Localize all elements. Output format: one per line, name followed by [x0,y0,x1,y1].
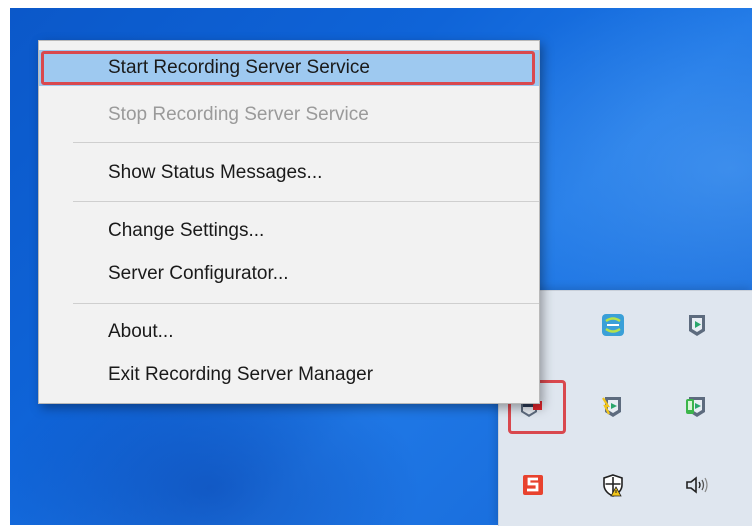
menu-item-start-recording-server-service[interactable]: Start Recording Server Service [39,50,539,86]
management-client-icon[interactable] [683,311,711,339]
menu-item-label: Start Recording Server Service [108,57,370,78]
security-shield-icon[interactable] [599,471,627,499]
menu-separator [73,201,539,202]
menu-item-server-configurator[interactable]: Server Configurator... [39,256,539,292]
menu-item-label: Exit Recording Server Manager [108,364,374,385]
menu-item-label: About... [108,321,174,342]
menu-item-stop-recording-server-service: Stop Recording Server Service [39,97,539,133]
mobile-server-manager-icon[interactable] [683,392,711,420]
s-app-icon[interactable] [519,471,547,499]
context-menu: Start Recording Server Service Stop Reco… [38,40,540,404]
event-server-manager-icon[interactable] [599,392,627,420]
menu-item-change-settings[interactable]: Change Settings... [39,213,539,249]
menu-separator [73,303,539,304]
menu-item-label: Show Status Messages... [108,162,323,183]
network-globe-icon[interactable] [599,311,627,339]
menu-item-label: Server Configurator... [108,263,289,284]
menu-item-label: Stop Recording Server Service [108,104,369,125]
menu-separator [73,142,539,143]
volume-icon[interactable] [683,471,711,499]
menu-item-about[interactable]: About... [39,314,539,350]
menu-item-label: Change Settings... [108,220,265,241]
menu-item-show-status-messages[interactable]: Show Status Messages... [39,155,539,191]
menu-item-exit-recording-server-manager[interactable]: Exit Recording Server Manager [39,357,539,393]
